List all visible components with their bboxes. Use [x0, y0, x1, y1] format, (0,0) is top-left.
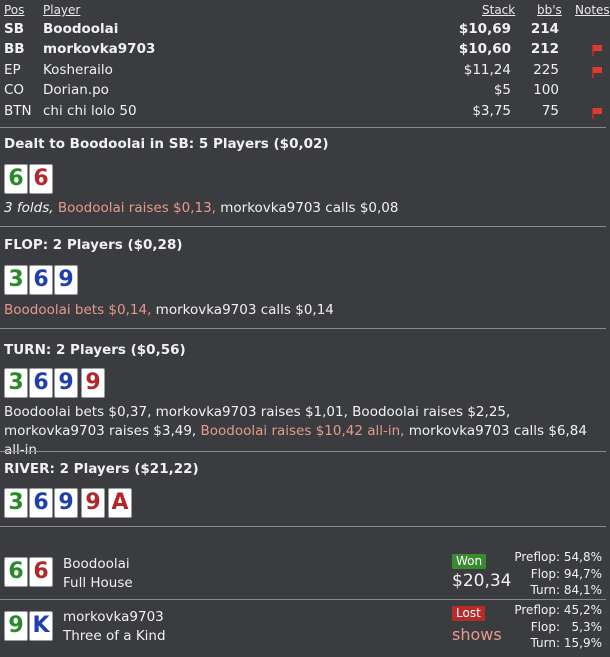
playing-card: 9: [54, 488, 78, 518]
hero-action-text: Boodoolai raises $0,13,: [57, 200, 221, 216]
river-title: RIVER: 2 Players ($21,22): [4, 461, 199, 477]
lost-badge: Lost: [452, 606, 485, 621]
player-row-btn: BTN chi chi lolo 50 $3,75 75: [0, 103, 610, 123]
won-badge: Won: [452, 554, 487, 569]
equity-value: 54,8%: [563, 550, 602, 564]
notes-column-header[interactable]: Notes: [575, 3, 610, 17]
player-stack: $5: [493, 82, 511, 98]
hole-cards: 6 6: [4, 164, 53, 194]
player-bbs: 214: [530, 21, 559, 37]
equity-value: 5,3%: [571, 620, 603, 634]
playing-card: 3: [4, 368, 28, 398]
hero-action-text: Boodoolai raises $10,42 all-in,: [200, 423, 409, 439]
hero-action-text: Boodoolai bets $0,14,: [4, 302, 156, 318]
showdown-cards: 9 K: [4, 611, 53, 641]
equity-label: Turn:: [530, 583, 560, 597]
divider: [0, 599, 606, 600]
divider: [0, 451, 606, 452]
playing-card: 9: [81, 488, 105, 518]
showdown-player-name[interactable]: morkovka9703: [63, 609, 164, 625]
player-name[interactable]: morkovka9703: [43, 41, 155, 57]
note-flag-icon[interactable]: [590, 44, 602, 56]
playing-card: 6: [4, 164, 28, 194]
note-flag-icon[interactable]: [590, 107, 602, 119]
divider: [0, 526, 606, 527]
playing-card: 6: [29, 265, 53, 295]
playing-card: 9: [4, 611, 28, 641]
bbs-column-header[interactable]: bb's: [537, 3, 562, 17]
player-name[interactable]: Dorian.po: [43, 82, 109, 98]
divider: [0, 226, 606, 227]
playing-card: 9: [54, 265, 78, 295]
playing-card: 6: [29, 164, 53, 194]
player-pos: BTN: [4, 103, 32, 119]
turn-title: TURN: 2 Players ($0,56): [4, 342, 186, 358]
player-row-sb: SB Boodoolai $10,69 214: [0, 21, 610, 41]
player-row-bb: BB morkovka9703 $10,60 212: [0, 41, 610, 61]
playing-card: 9: [81, 368, 105, 398]
river-cards: 3 6 9 9 A: [4, 488, 132, 518]
playing-card: 3: [4, 488, 28, 518]
equity-value: 84,1%: [563, 583, 602, 597]
playing-card: 6: [4, 557, 28, 587]
player-stack: $3,75: [472, 103, 511, 119]
action-text: morkovka9703 calls $0,08: [220, 200, 399, 216]
equity-label: Flop:: [530, 620, 560, 634]
player-name[interactable]: Boodoolai: [43, 21, 118, 37]
action-text: morkovka9703 calls $0,14: [155, 302, 334, 318]
showdown-cards: 6 6: [4, 557, 53, 587]
equity-value: 94,7%: [563, 567, 602, 581]
playing-card: A: [108, 488, 132, 518]
playing-card: 9: [54, 368, 78, 398]
player-bbs: 100: [533, 82, 559, 98]
player-pos: EP: [4, 62, 21, 78]
player-row-co: CO Dorian.po $5 100: [0, 82, 610, 102]
player-bbs: 225: [533, 62, 559, 78]
flop-cards: 3 6 9: [4, 265, 78, 295]
flop-actions: Boodoolai bets $0,14, morkovka9703 calls…: [4, 302, 334, 318]
player-column-header[interactable]: Player: [43, 3, 80, 17]
turn-cards: 3 6 9 9: [4, 368, 105, 398]
equity-label: Flop:: [530, 567, 560, 581]
divider: [0, 127, 606, 128]
equity-value: 15,9%: [563, 636, 602, 650]
players-table-header: Pos Player Stack bb's Notes: [0, 3, 610, 19]
preflop-actions: 3 folds, Boodoolai raises $0,13, morkovk…: [4, 200, 398, 216]
action-text: 3 folds,: [4, 200, 58, 216]
player-stack: $10,60: [458, 41, 511, 57]
player-name[interactable]: chi chi lolo 50: [43, 103, 137, 119]
player-pos: CO: [4, 82, 25, 98]
playing-card: 6: [29, 368, 53, 398]
player-bbs: 75: [541, 103, 559, 119]
playing-card: 6: [29, 557, 53, 587]
player-row-ep: EP Kosherailo $11,24 225: [0, 62, 610, 82]
pos-column-header[interactable]: Pos: [4, 3, 24, 17]
showdown-hand-rank: Full House: [63, 575, 133, 591]
playing-card: 3: [4, 265, 28, 295]
player-bbs: 212: [530, 41, 559, 57]
stack-column-header[interactable]: Stack: [482, 3, 515, 17]
playing-card: K: [29, 611, 53, 641]
playing-card: 6: [29, 488, 53, 518]
showdown-hand-rank: Three of a Kind: [63, 628, 166, 644]
equity-label: Preflop:: [514, 603, 560, 617]
showdown-player-name[interactable]: Boodoolai: [63, 556, 130, 572]
equity-value: 45,2%: [563, 603, 602, 617]
divider: [0, 328, 606, 329]
equity-label: Turn:: [530, 636, 560, 650]
flop-title: FLOP: 2 Players ($0,28): [4, 237, 183, 253]
player-name[interactable]: Kosherailo: [43, 62, 113, 78]
player-stack: $11,24: [463, 62, 511, 78]
player-pos: BB: [4, 41, 25, 57]
preflop-title: Dealt to Boodoolai in SB: 5 Players ($0,…: [4, 136, 329, 152]
player-stack: $10,69: [458, 21, 511, 37]
note-flag-icon[interactable]: [590, 66, 602, 78]
equity-label: Preflop:: [514, 550, 560, 564]
player-pos: SB: [4, 21, 25, 37]
